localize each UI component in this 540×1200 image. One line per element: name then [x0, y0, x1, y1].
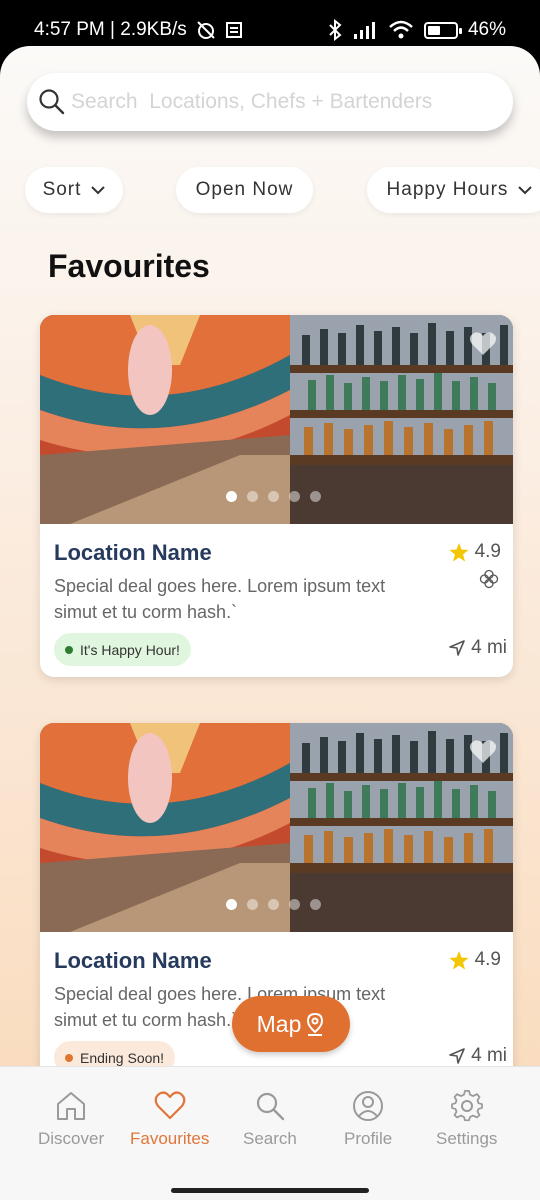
bluetooth-icon [328, 19, 342, 41]
map-pin-icon [307, 1012, 324, 1036]
sort-chip[interactable]: Sort [25, 167, 123, 213]
carousel-dot[interactable] [226, 491, 237, 502]
chevron-down-icon [518, 186, 533, 195]
open-now-chip-label: Open Now [195, 179, 294, 200]
map-button-label: Map [256, 1010, 302, 1037]
gear-icon [450, 1089, 483, 1122]
carousel-dot[interactable] [226, 899, 237, 910]
carousel-dots [226, 899, 321, 910]
search-input[interactable] [71, 90, 513, 114]
battery-fill [427, 25, 440, 35]
nav-profile-label: Profile [344, 1129, 393, 1148]
distance: 4 mi [449, 637, 507, 659]
search-bar[interactable] [27, 73, 513, 131]
status-left: 4:57 PM | 2.9KB/s [34, 19, 243, 41]
carousel-dot[interactable] [289, 899, 300, 910]
heart-icon [154, 1091, 186, 1120]
home-icon [57, 1092, 86, 1120]
rating: 4.9 [449, 541, 501, 563]
happy-hours-chip[interactable]: Happy Hours [367, 167, 540, 213]
home-indicator[interactable] [171, 1188, 369, 1193]
map-button[interactable]: Map [232, 996, 350, 1052]
alarm-off-icon [195, 20, 217, 40]
carousel-dot[interactable] [310, 491, 321, 502]
carousel-dot[interactable] [268, 491, 279, 502]
status-badge-label: It's Happy Hour! [80, 641, 180, 658]
nav-settings-label: Settings [436, 1129, 498, 1148]
happy-hours-chip-label: Happy Hours [386, 179, 509, 200]
carousel-dot[interactable] [247, 899, 258, 910]
search-icon [256, 1092, 285, 1121]
heart-icon[interactable] [469, 739, 497, 765]
bottom-nav: Discover Favourites Search Profile Setti… [0, 1066, 540, 1200]
nav-search[interactable]: Search [243, 1089, 297, 1149]
navigation-arrow-icon [449, 1048, 465, 1064]
battery-icon [423, 21, 462, 39]
distance-value: 4 mi [471, 637, 507, 658]
carousel-dot[interactable] [310, 899, 321, 910]
nav-settings[interactable]: Settings [436, 1089, 497, 1149]
app-screen: Sort Open Now Happy Hours Favourites [0, 46, 540, 1200]
distance-value: 4 mi [471, 1045, 507, 1066]
location-name: Location Name [54, 948, 212, 973]
location-card[interactable]: Location Name 4.9 Special deal goes here… [40, 315, 513, 677]
status-dot [65, 645, 73, 654]
carousel-dot[interactable] [289, 491, 300, 502]
carousel-dots [226, 491, 321, 502]
rating: 4.9 [449, 949, 501, 971]
status-right: 46% [328, 19, 506, 41]
status-badge: It's Happy Hour! [54, 633, 191, 666]
nav-favourites[interactable]: Favourites [130, 1089, 209, 1149]
status-dot [65, 1053, 73, 1062]
nav-discover[interactable]: Discover [38, 1089, 104, 1149]
clover-icon [479, 569, 499, 589]
signal-icon [352, 20, 378, 40]
open-now-chip[interactable]: Open Now [176, 167, 313, 213]
heart-icon[interactable] [469, 331, 497, 357]
filter-chips: Sort Open Now Happy Hours [0, 167, 540, 215]
search-icon [39, 89, 65, 115]
chevron-down-icon [91, 186, 106, 195]
rating-value: 4.9 [474, 541, 501, 562]
location-name: Location Name [54, 540, 212, 565]
nav-favourites-label: Favourites [130, 1129, 210, 1148]
page-title: Favourites [48, 248, 210, 284]
distance: 4 mi [449, 1045, 507, 1067]
star-icon [449, 542, 469, 561]
nav-discover-label: Discover [38, 1129, 105, 1148]
rating-value: 4.9 [474, 949, 501, 970]
deal-description: Special deal goes here. Lorem ipsum text… [54, 576, 386, 622]
wifi-icon [388, 20, 414, 40]
navigation-arrow-icon [449, 640, 465, 656]
nav-search-label: Search [243, 1129, 297, 1148]
star-icon [449, 950, 469, 969]
battery-percent: 46% [467, 19, 506, 40]
carousel-dot[interactable] [247, 491, 258, 502]
sort-chip-label: Sort [42, 179, 82, 200]
status-badge-label: Ending Soon! [80, 1049, 165, 1066]
notification-icon [225, 21, 243, 39]
status-time-speed: 4:57 PM | 2.9KB/s [34, 19, 187, 40]
carousel-dot[interactable] [268, 899, 279, 910]
nav-profile[interactable]: Profile [344, 1089, 392, 1149]
profile-icon [353, 1091, 384, 1121]
